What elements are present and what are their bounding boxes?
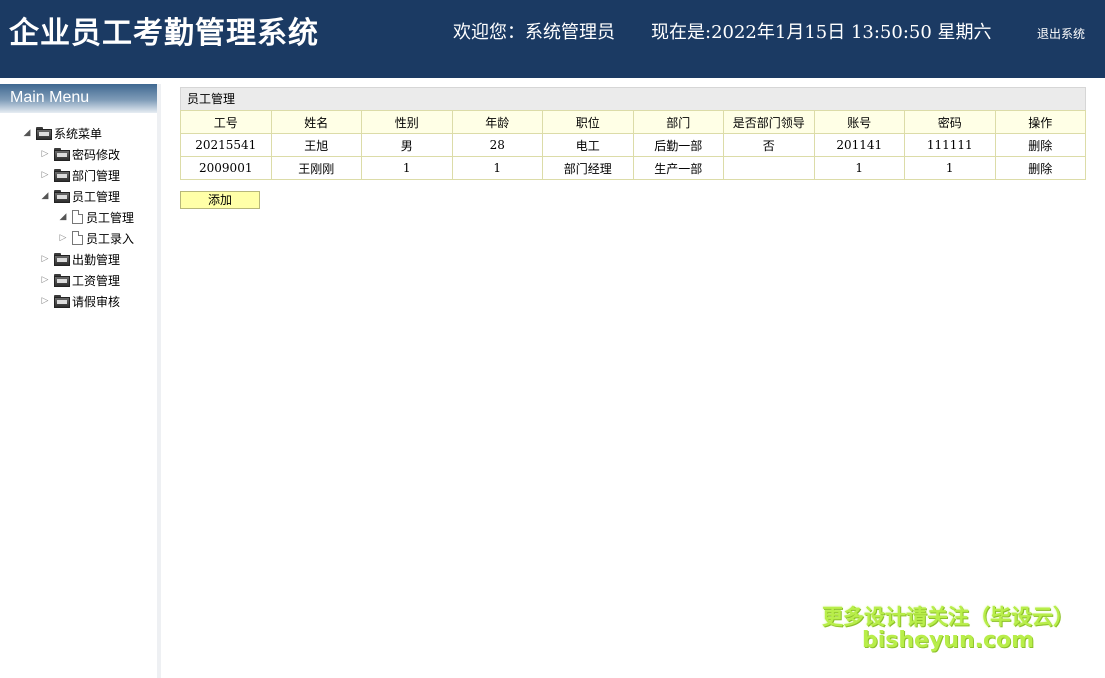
folder-icon bbox=[54, 168, 70, 182]
sidebar-subitem-employee-manage[interactable]: ◢ 员工管理 bbox=[58, 207, 134, 227]
cell-employee-id: 20215541 bbox=[180, 133, 272, 157]
app-header: 企业员工考勤管理系统 欢迎您：系统管理员 现在是:2022年1月15日 13:50… bbox=[0, 0, 1105, 78]
sidebar-item-salary[interactable]: ▷ 工资管理 bbox=[40, 270, 120, 290]
app-title: 企业员工考勤管理系统 bbox=[9, 16, 319, 51]
column-header: 部门 bbox=[632, 110, 724, 134]
file-icon bbox=[72, 210, 83, 224]
tree-root-system-menu[interactable]: ◢ 系统菜单 bbox=[22, 123, 102, 143]
sidebar-item-leave-review[interactable]: ▷ 请假审核 bbox=[40, 291, 120, 311]
collapsed-arrow-icon[interactable]: ▷ bbox=[40, 275, 50, 285]
collapsed-arrow-icon[interactable]: ▷ bbox=[40, 149, 50, 159]
folder-icon bbox=[54, 294, 70, 308]
cell-gender: 男 bbox=[361, 133, 453, 157]
sidebar-item-employee[interactable]: ◢ 员工管理 bbox=[40, 186, 120, 206]
cell-account: 1 bbox=[813, 156, 905, 180]
collapsed-arrow-icon[interactable]: ▷ bbox=[40, 254, 50, 264]
sidebar-item-label: 出勤管理 bbox=[72, 252, 121, 267]
sidebar-item-label: 部门管理 bbox=[72, 168, 121, 183]
column-header: 密码 bbox=[904, 110, 996, 134]
cell-actions: 删除 bbox=[994, 156, 1086, 180]
watermark-line2: bisheyun.com bbox=[862, 628, 1035, 653]
delete-link[interactable]: 删除 bbox=[1028, 162, 1052, 176]
panel-title: 员工管理 bbox=[180, 87, 1086, 110]
column-header: 账号 bbox=[813, 110, 905, 134]
cell-name: 王旭 bbox=[270, 133, 362, 157]
table-header-row: 工号 姓名 性别 年龄 职位 部门 是否部门领导 账号 密码 操作 bbox=[180, 110, 1086, 134]
sidebar-item-password[interactable]: ▷ 密码修改 bbox=[40, 144, 120, 164]
column-header: 操作 bbox=[994, 110, 1086, 134]
cell-is-leader: 否 bbox=[723, 133, 815, 157]
collapsed-arrow-icon[interactable]: ▷ bbox=[40, 296, 50, 306]
cell-age: 1 bbox=[451, 156, 543, 180]
sidebar-subitem-employee-entry[interactable]: ▷ 员工录入 bbox=[58, 228, 134, 248]
cell-password: 1 bbox=[904, 156, 996, 180]
sidebar-item-label: 员工录入 bbox=[86, 231, 135, 246]
table-row: 20215541 王旭 男 28 电工 后勤一部 否 201141 111111… bbox=[180, 133, 1086, 157]
sidebar: Main Menu ◢ 系统菜单 ▷ 密码修改 ▷ 部门管理 ◢ 员工管理 ◢ … bbox=[0, 84, 161, 678]
employee-panel: 员工管理 工号 姓名 性别 年龄 职位 部门 是否部门领导 账号 密码 操作 2… bbox=[180, 87, 1086, 180]
sidebar-item-label: 请假审核 bbox=[72, 294, 121, 309]
cell-password: 111111 bbox=[904, 133, 996, 157]
expanded-arrow-icon[interactable]: ◢ bbox=[22, 128, 32, 138]
cell-department: 生产一部 bbox=[632, 156, 724, 180]
folder-icon bbox=[36, 126, 52, 140]
collapsed-arrow-icon[interactable]: ▷ bbox=[40, 170, 50, 180]
cell-is-leader bbox=[723, 156, 815, 180]
column-header: 年龄 bbox=[451, 110, 543, 134]
sidebar-item-label: 密码修改 bbox=[72, 147, 121, 162]
folder-icon bbox=[54, 273, 70, 287]
add-employee-button[interactable]: 添加 bbox=[180, 191, 260, 209]
cell-position: 电工 bbox=[542, 133, 634, 157]
cell-name: 王刚刚 bbox=[270, 156, 362, 180]
table-row: 2009001 王刚刚 1 1 部门经理 生产一部 1 1 删除 bbox=[180, 156, 1086, 180]
cell-age: 28 bbox=[451, 133, 543, 157]
cell-department: 后勤一部 bbox=[632, 133, 724, 157]
collapsed-arrow-icon: ▷ bbox=[59, 233, 67, 243]
folder-icon bbox=[54, 189, 70, 203]
delete-link[interactable]: 删除 bbox=[1028, 139, 1052, 153]
sidebar-item-department[interactable]: ▷ 部门管理 bbox=[40, 165, 120, 185]
header-info: 欢迎您：系统管理员 现在是:2022年1月15日 13:50:50 星期六 bbox=[453, 18, 992, 44]
sidebar-item-attendance[interactable]: ▷ 出勤管理 bbox=[40, 249, 120, 269]
logout-link[interactable]: 退出系统 bbox=[1037, 25, 1085, 42]
watermark-line1: 更多设计请关注（毕设云） bbox=[822, 605, 1074, 629]
folder-icon bbox=[54, 147, 70, 161]
sidebar-item-label: 员工管理 bbox=[86, 210, 135, 225]
sidebar-item-label: 工资管理 bbox=[72, 273, 121, 288]
column-header: 性别 bbox=[361, 110, 453, 134]
welcome-text: 欢迎您：系统管理员 bbox=[453, 22, 615, 43]
column-header: 是否部门领导 bbox=[723, 110, 815, 134]
column-header: 工号 bbox=[180, 110, 272, 134]
cell-gender: 1 bbox=[361, 156, 453, 180]
sidebar-heading: Main Menu bbox=[0, 84, 157, 113]
file-icon bbox=[72, 231, 83, 245]
folder-icon bbox=[54, 252, 70, 266]
cell-employee-id: 2009001 bbox=[180, 156, 272, 180]
current-datetime: 现在是:2022年1月15日 13:50:50 星期六 bbox=[651, 22, 992, 43]
cell-actions: 删除 bbox=[994, 133, 1086, 157]
column-header: 职位 bbox=[542, 110, 634, 134]
employee-table: 工号 姓名 性别 年龄 职位 部门 是否部门领导 账号 密码 操作 202155… bbox=[180, 110, 1086, 180]
tree-root-label: 系统菜单 bbox=[54, 126, 103, 141]
cell-account: 201141 bbox=[813, 133, 905, 157]
sidebar-item-label: 员工管理 bbox=[72, 189, 121, 204]
column-header: 姓名 bbox=[270, 110, 362, 134]
expanded-arrow-icon[interactable]: ◢ bbox=[40, 191, 50, 201]
cell-position: 部门经理 bbox=[542, 156, 634, 180]
expanded-arrow-icon: ◢ bbox=[59, 212, 67, 222]
